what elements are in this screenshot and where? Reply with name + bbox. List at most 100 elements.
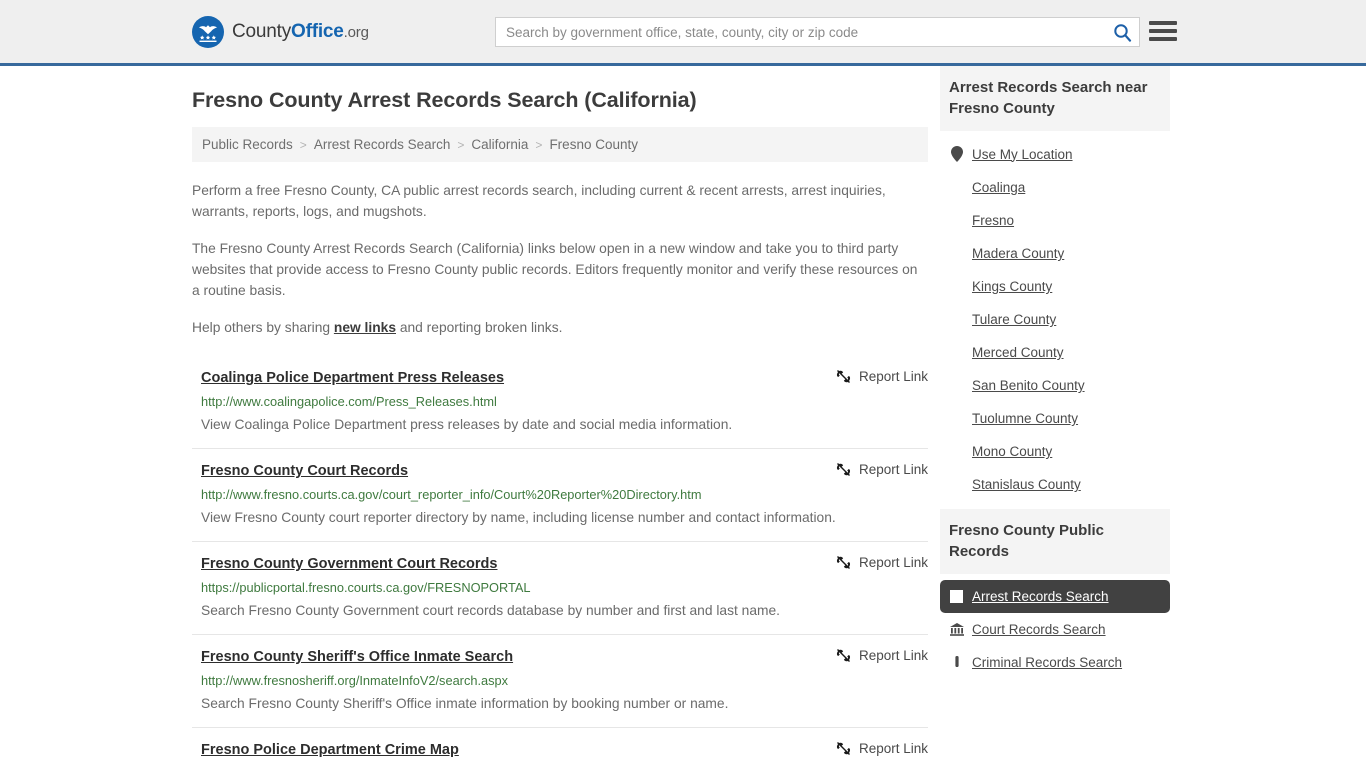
intro-section: Perform a free Fresno County, CA public … (192, 180, 928, 338)
public-records-list: Arrest Records Search Court Records Searc… (940, 574, 1170, 679)
public-records-card: Fresno County Public Records Arrest Reco… (940, 509, 1170, 679)
sidebar-item-tulare-county[interactable]: Tulare County (940, 303, 1170, 336)
result-item: Fresno County Court Records Report Link ht… (192, 448, 928, 541)
sidebar-item-arrest-records-search[interactable]: Arrest Records Search (940, 580, 1170, 613)
report-link-label: Report Link (858, 648, 928, 663)
intro-paragraph-2: The Fresno County Arrest Records Search … (192, 241, 918, 298)
report-link-button[interactable]: Report Link (836, 741, 928, 756)
brand-part-county: County (232, 20, 292, 42)
sidebar-link-label[interactable]: Criminal Records Search (972, 655, 1122, 670)
report-link-button[interactable]: Report Link (836, 369, 928, 384)
result-title-link[interactable]: Fresno Police Department Crime Map (201, 741, 459, 759)
breadcrumb-item-fresno-county: Fresno County (549, 137, 638, 152)
result-url[interactable]: https://publicportal.fresno.courts.ca.go… (201, 579, 928, 596)
result-description: Search Fresno County Government court re… (201, 603, 780, 618)
result-item: Fresno Police Department Crime Map Report… (192, 727, 928, 768)
map-pin-icon (949, 146, 964, 162)
breadcrumb: Public Records > Arrest Records Search > Cal… (192, 127, 928, 162)
new-links-link[interactable]: new links (334, 320, 396, 335)
report-link-label: Report Link (858, 369, 928, 384)
breadcrumb-separator: > (299, 137, 307, 152)
report-link-button[interactable]: Report Link (836, 648, 928, 663)
intro-paragraph-3: Help others by sharing new links and rep… (192, 317, 928, 338)
sidebar-item-criminal-records-search[interactable]: Criminal Records Search (940, 646, 1170, 679)
sidebar: Arrest Records Search near Fresno County… (940, 66, 1170, 768)
sidebar-link-label[interactable]: Madera County (972, 246, 1064, 261)
sidebar-link-label[interactable]: Arrest Records Search (972, 589, 1109, 604)
menu-button[interactable] (1149, 20, 1177, 42)
sidebar-item-coalinga[interactable]: Coalinga (940, 171, 1170, 204)
sidebar-item-madera-county[interactable]: Madera County (940, 237, 1170, 270)
sidebar-link-label[interactable]: Mono County (972, 444, 1052, 459)
report-link-button[interactable]: Report Link (836, 462, 928, 477)
broken-link-icon (836, 463, 851, 476)
sidebar-link-label[interactable]: Kings County (972, 279, 1052, 294)
brand-logo-link[interactable]: CountyOffice.org (192, 15, 369, 48)
hamburger-bar (1149, 21, 1177, 25)
sidebar-link-label[interactable]: Use My Location (972, 147, 1073, 162)
sidebar-link-label[interactable]: Court Records Search (972, 622, 1106, 637)
sidebar-link-label[interactable]: Merced County (972, 345, 1064, 360)
intro-p3-after: and reporting broken links. (396, 320, 563, 335)
result-url[interactable]: http://www.fresnosheriff.org/InmateInfoV… (201, 672, 928, 689)
sidebar-link-label[interactable]: Tulare County (972, 312, 1056, 327)
report-link-label: Report Link (858, 462, 928, 477)
broken-link-icon (836, 556, 851, 569)
sidebar-link-label[interactable]: Fresno (972, 213, 1014, 228)
result-item: Fresno County Government Court Records Re… (192, 541, 928, 634)
nearby-list: Use My Location Coalinga Fresno Madera Coun… (940, 131, 1170, 501)
report-link-label: Report Link (858, 741, 928, 756)
public-records-heading: Fresno County Public Records (940, 509, 1170, 574)
sidebar-item-stanislaus-county[interactable]: Stanislaus County (940, 468, 1170, 501)
intro-p3-before: Help others by sharing (192, 320, 334, 335)
sidebar-link-label[interactable]: Tuolumne County (972, 411, 1078, 426)
sidebar-link-label[interactable]: Coalinga (972, 180, 1025, 195)
search-bar (495, 17, 1140, 47)
result-item: Coalinga Police Department Press Release… (192, 360, 928, 448)
sidebar-item-use-my-location[interactable]: Use My Location (940, 137, 1170, 171)
square-icon (949, 590, 964, 603)
result-title-link[interactable]: Fresno County Court Records (201, 462, 408, 480)
page-title: Fresno County Arrest Records Search (Cal… (192, 88, 697, 112)
result-description: Search Fresno County Sheriff's Office in… (201, 696, 729, 711)
sidebar-item-fresno[interactable]: Fresno (940, 204, 1170, 237)
report-link-button[interactable]: Report Link (836, 555, 928, 570)
breadcrumb-item-arrest-records-search[interactable]: Arrest Records Search (314, 137, 451, 152)
sidebar-item-mono-county[interactable]: Mono County (940, 435, 1170, 468)
broken-link-icon (836, 742, 851, 755)
result-url[interactable]: http://www.fresno.courts.ca.gov/court_re… (201, 486, 928, 503)
hamburger-bar (1149, 29, 1177, 33)
broken-link-icon (836, 370, 851, 383)
page-container: Fresno County Arrest Records Search (Cal… (0, 66, 1366, 768)
breadcrumb-separator: > (535, 137, 543, 152)
result-title-link[interactable]: Fresno County Government Court Records (201, 555, 497, 573)
result-url[interactable]: http://www.coalingapolice.com/Press_Rele… (201, 393, 928, 410)
hamburger-bar (1149, 37, 1177, 41)
intro-paragraph-1: Perform a free Fresno County, CA public … (192, 183, 886, 219)
broken-link-icon (836, 649, 851, 662)
sidebar-item-merced-county[interactable]: Merced County (940, 336, 1170, 369)
site-header: CountyOffice.org (0, 0, 1366, 66)
result-title-link[interactable]: Fresno County Sheriff's Office Inmate Se… (201, 648, 513, 666)
sidebar-item-tuolumne-county[interactable]: Tuolumne County (940, 402, 1170, 435)
search-input[interactable] (496, 18, 1105, 46)
sidebar-link-label[interactable]: Stanislaus County (972, 477, 1081, 492)
search-button[interactable] (1105, 18, 1139, 46)
result-title-link[interactable]: Coalinga Police Department Press Release… (201, 369, 504, 387)
fingerprint-icon (949, 655, 964, 670)
search-icon (1113, 23, 1131, 42)
result-item: Fresno County Sheriff's Office Inmate Se… (192, 634, 928, 727)
sidebar-item-kings-county[interactable]: Kings County (940, 270, 1170, 303)
results-list: Coalinga Police Department Press Release… (192, 360, 928, 768)
sidebar-item-court-records-search[interactable]: Court Records Search (940, 613, 1170, 646)
breadcrumb-item-california[interactable]: California (471, 137, 528, 152)
breadcrumb-separator: > (457, 137, 465, 152)
nearby-card: Arrest Records Search near Fresno County… (940, 66, 1170, 501)
sidebar-item-san-benito-county[interactable]: San Benito County (940, 369, 1170, 402)
result-description: View Fresno County court reporter direct… (201, 510, 836, 525)
main-content: Fresno County Arrest Records Search (Cal… (192, 66, 928, 768)
sidebar-link-label[interactable]: San Benito County (972, 378, 1085, 393)
breadcrumb-item-public-records[interactable]: Public Records (202, 137, 293, 152)
countyoffice-eagle-logo-icon (192, 15, 224, 48)
bank-icon (949, 623, 964, 636)
